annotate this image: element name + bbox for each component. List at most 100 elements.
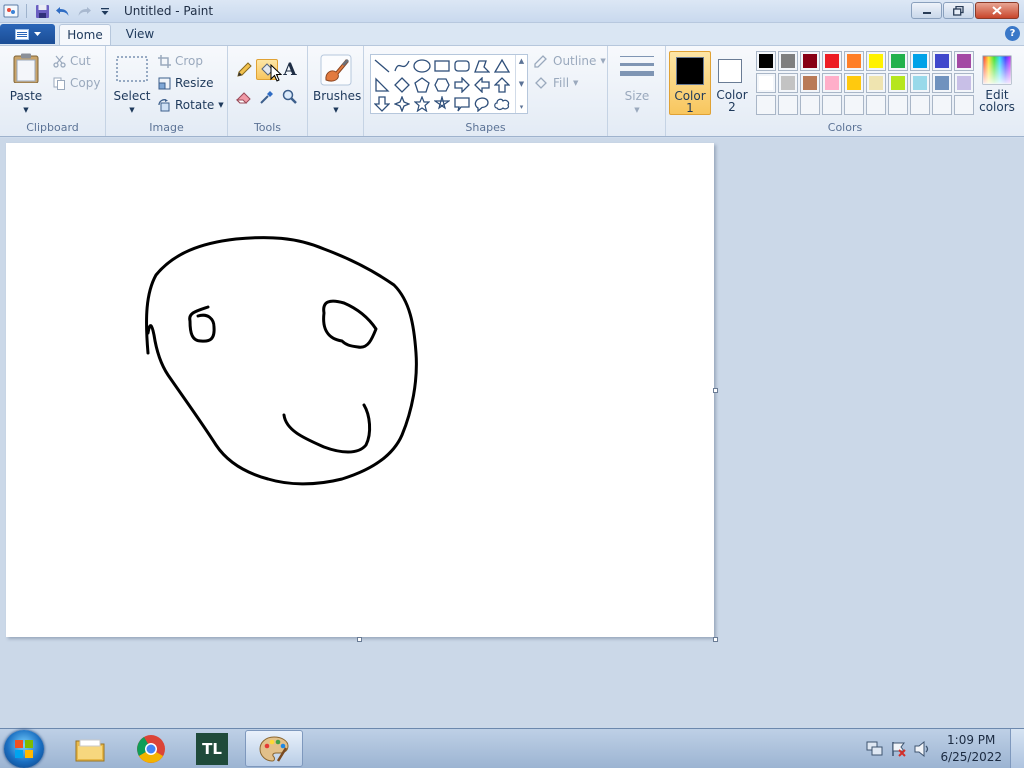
palette-swatch[interactable]	[910, 73, 930, 93]
volume-icon[interactable]	[914, 741, 932, 757]
canvas-workspace[interactable]	[0, 138, 1024, 728]
palette-swatch[interactable]	[844, 51, 864, 71]
paint-app-icon[interactable]	[2, 2, 20, 20]
scroll-down-icon[interactable]: ▼	[519, 80, 524, 88]
taskbar-chrome-button[interactable]	[122, 730, 180, 767]
resize-handle-bottom[interactable]	[357, 637, 362, 642]
down-arrow-shape[interactable]	[372, 94, 392, 114]
curve-shape[interactable]	[392, 56, 412, 76]
palette-swatch[interactable]	[888, 73, 908, 93]
image-group-label: Image	[149, 121, 184, 134]
action-center-flag-icon[interactable]	[890, 741, 908, 757]
edit-colors-button[interactable]: Edit colors	[974, 51, 1020, 117]
restore-button[interactable]	[943, 2, 974, 19]
taskbar-tl-app-button[interactable]: TL	[183, 730, 241, 767]
palette-empty-slot[interactable]	[932, 95, 952, 115]
color1-button[interactable]: Color 1	[669, 51, 711, 115]
palette-empty-slot[interactable]	[866, 95, 886, 115]
palette-empty-slot[interactable]	[778, 95, 798, 115]
palette-empty-slot[interactable]	[822, 95, 842, 115]
palette-swatch[interactable]	[822, 51, 842, 71]
save-icon[interactable]	[33, 2, 51, 20]
palette-empty-slot[interactable]	[910, 95, 930, 115]
palette-swatch[interactable]	[866, 51, 886, 71]
palette-swatch[interactable]	[954, 73, 974, 93]
tab-home[interactable]: Home	[59, 24, 111, 45]
color-picker-tool[interactable]	[256, 86, 278, 107]
minimize-button[interactable]	[911, 2, 942, 19]
cloud-callout-shape[interactable]	[492, 94, 512, 114]
pencil-tool[interactable]	[233, 59, 255, 80]
resize-handle-corner[interactable]	[713, 637, 718, 642]
palette-empty-slot[interactable]	[888, 95, 908, 115]
palette-swatch[interactable]	[778, 73, 798, 93]
file-menu-button[interactable]	[0, 24, 55, 44]
palette-swatch[interactable]	[800, 73, 820, 93]
paste-button[interactable]: Paste ▼	[4, 50, 48, 116]
hexagon-shape[interactable]	[432, 75, 452, 95]
palette-swatch[interactable]	[932, 73, 952, 93]
left-arrow-shape[interactable]	[472, 75, 492, 95]
customize-qat-chevron-icon[interactable]	[96, 2, 114, 20]
palette-swatch[interactable]	[800, 51, 820, 71]
quick-access-toolbar	[0, 2, 114, 20]
palette-swatch[interactable]	[822, 73, 842, 93]
scroll-up-icon[interactable]: ▲	[519, 57, 524, 65]
palette-empty-slot[interactable]	[756, 95, 776, 115]
color2-button[interactable]: Color 2	[711, 51, 753, 115]
tab-view[interactable]: View	[118, 24, 162, 45]
magnifier-tool[interactable]	[279, 86, 301, 107]
palette-swatch[interactable]	[888, 51, 908, 71]
rounded-rectangle-shape[interactable]	[452, 56, 472, 76]
line-shape[interactable]	[372, 56, 392, 76]
palette-swatch[interactable]	[932, 51, 952, 71]
right-triangle-shape[interactable]	[372, 75, 392, 95]
expand-gallery-icon[interactable]: ▾	[520, 103, 524, 111]
network-icon[interactable]	[866, 741, 884, 757]
pentagon-shape[interactable]	[412, 75, 432, 95]
palette-empty-slot[interactable]	[800, 95, 820, 115]
palette-swatch[interactable]	[778, 51, 798, 71]
face-outline-stroke	[145, 236, 418, 486]
shapes-group-label: Shapes	[465, 121, 506, 134]
rotate-button[interactable]: Rotate ▼	[158, 98, 224, 112]
palette-swatch[interactable]	[910, 51, 930, 71]
palette-empty-slot[interactable]	[844, 95, 864, 115]
rectangle-shape[interactable]	[432, 56, 452, 76]
resize-button[interactable]: Resize	[158, 76, 213, 90]
diamond-shape[interactable]	[392, 75, 412, 95]
right-arrow-shape[interactable]	[452, 75, 472, 95]
oval-shape[interactable]	[412, 56, 432, 76]
text-tool[interactable]: A	[279, 59, 301, 80]
close-button[interactable]	[975, 2, 1019, 19]
system-clock[interactable]: 1:09 PM 6/25/2022	[934, 732, 1010, 766]
palette-swatch-color	[913, 76, 927, 90]
undo-icon[interactable]	[54, 2, 72, 20]
palette-swatch[interactable]	[954, 51, 974, 71]
palette-empty-slot[interactable]	[954, 95, 974, 115]
brushes-button[interactable]: Brushes ▼	[313, 50, 361, 116]
start-button[interactable]	[4, 730, 44, 768]
triangle-shape[interactable]	[492, 56, 512, 76]
palette-swatch[interactable]	[866, 73, 886, 93]
five-point-star-shape[interactable]	[412, 94, 432, 114]
eraser-tool[interactable]	[233, 86, 255, 107]
taskbar-paint-button[interactable]	[245, 730, 303, 767]
four-point-star-shape[interactable]	[392, 94, 412, 114]
palette-swatch[interactable]	[756, 51, 776, 71]
up-arrow-shape[interactable]	[492, 75, 512, 95]
drawing-canvas[interactable]	[6, 143, 714, 637]
shapes-scrollbar[interactable]: ▲ ▼ ▾	[515, 55, 527, 113]
rounded-callout-shape[interactable]	[452, 94, 472, 114]
select-button[interactable]: Select ▼	[112, 50, 152, 116]
resize-label: Resize	[175, 76, 214, 90]
show-desktop-button[interactable]	[1010, 729, 1024, 768]
six-point-star-shape[interactable]	[432, 94, 452, 114]
oval-callout-shape[interactable]	[472, 94, 492, 114]
palette-swatch[interactable]	[756, 73, 776, 93]
resize-handle-right[interactable]	[713, 388, 718, 393]
help-icon[interactable]: ?	[1005, 26, 1020, 41]
palette-swatch[interactable]	[844, 73, 864, 93]
taskbar-explorer-button[interactable]	[61, 730, 119, 767]
polygon-shape[interactable]	[472, 56, 492, 76]
